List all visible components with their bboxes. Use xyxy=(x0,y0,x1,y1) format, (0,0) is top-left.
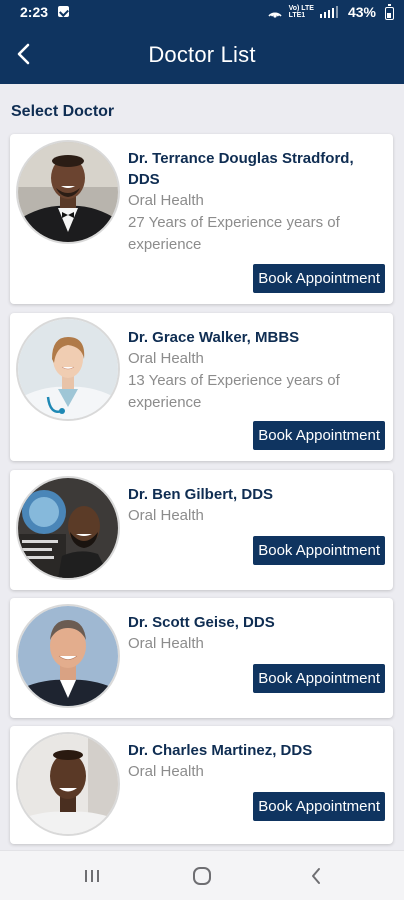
system-nav-bar xyxy=(0,850,404,900)
status-icons: Vo) LTE LTE1 43% xyxy=(267,4,376,20)
doctor-avatar xyxy=(16,140,120,244)
back-icon xyxy=(312,868,320,884)
doctor-experience: 27 Years of Experience years of experien… xyxy=(128,214,340,253)
doctor-avatar xyxy=(16,317,120,421)
doctor-avatar xyxy=(16,476,120,580)
book-appointment-button[interactable]: Book Appointment xyxy=(253,792,385,821)
section-label: Select Doctor xyxy=(11,103,115,120)
book-appointment-button[interactable]: Book Appointment xyxy=(253,536,385,565)
book-appointment-button[interactable]: Book Appointment xyxy=(253,421,385,450)
home-icon xyxy=(193,867,211,885)
doctor-avatar xyxy=(16,732,120,836)
doctor-info: Dr. Ben Gilbert, DDS Oral Health xyxy=(128,484,383,527)
hotspot-icon xyxy=(267,12,282,18)
doctor-info: Dr. Charles Martinez, DDS Oral Health xyxy=(128,740,383,783)
doctor-name: Dr. Terrance Douglas Stradford, DDS xyxy=(128,150,354,188)
doctor-name: Dr. Ben Gilbert, DDS xyxy=(128,486,274,503)
signal-icon xyxy=(319,6,338,18)
doctor-name: Dr. Scott Geise, DDS xyxy=(128,614,275,631)
doctor-card[interactable]: Dr. Scott Geise, DDS Oral Health Book Ap… xyxy=(10,598,393,718)
doctor-card[interactable]: Dr. Ben Gilbert, DDS Oral Health Book Ap… xyxy=(10,470,393,590)
doctor-name: Dr. Grace Walker, MBBS xyxy=(128,329,300,346)
battery-percent: 43% xyxy=(347,4,376,20)
notification-icon xyxy=(58,6,69,17)
doctor-card[interactable]: Dr. Terrance Douglas Stradford, DDS Oral… xyxy=(10,134,393,304)
doctor-card[interactable]: Dr. Grace Walker, MBBS Oral Health 13 Ye… xyxy=(10,313,393,461)
doctor-specialty: Oral Health xyxy=(128,635,204,652)
book-appointment-button[interactable]: Book Appointment xyxy=(253,664,385,693)
book-appointment-button[interactable]: Book Appointment xyxy=(253,264,385,293)
doctor-specialty: Oral Health xyxy=(128,507,204,524)
doctor-info: Dr. Scott Geise, DDS Oral Health xyxy=(128,612,383,655)
doctor-list[interactable]: Select Doctor Dr. Terrance Douglas Strad… xyxy=(0,84,404,850)
status-bar: 2:23 Vo) LTE LTE1 43% xyxy=(0,0,404,26)
doctor-specialty: Oral Health xyxy=(128,763,204,780)
status-time: 2:23 xyxy=(20,4,49,20)
network-label: Vo) LTE LTE1 xyxy=(288,5,314,19)
recents-icon xyxy=(85,870,99,882)
home-button[interactable] xyxy=(182,861,222,891)
doctor-avatar xyxy=(16,604,120,708)
app-bar: Doctor List xyxy=(0,26,404,84)
nav-back-button[interactable] xyxy=(296,861,336,891)
doctor-experience: 13 Years of Experience years of experien… xyxy=(128,372,340,411)
doctor-card[interactable]: Dr. Charles Martinez, DDS Oral Health Bo… xyxy=(10,726,393,844)
doctor-specialty: Oral Health xyxy=(128,350,204,367)
doctor-specialty: Oral Health xyxy=(128,192,204,209)
doctor-info: Dr. Grace Walker, MBBS Oral Health 13 Ye… xyxy=(128,327,383,414)
doctor-info: Dr. Terrance Douglas Stradford, DDS Oral… xyxy=(128,148,383,256)
recents-button[interactable] xyxy=(72,861,112,891)
battery-icon xyxy=(385,4,394,20)
doctor-name: Dr. Charles Martinez, DDS xyxy=(128,742,313,759)
page-title: Doctor List xyxy=(148,42,256,67)
